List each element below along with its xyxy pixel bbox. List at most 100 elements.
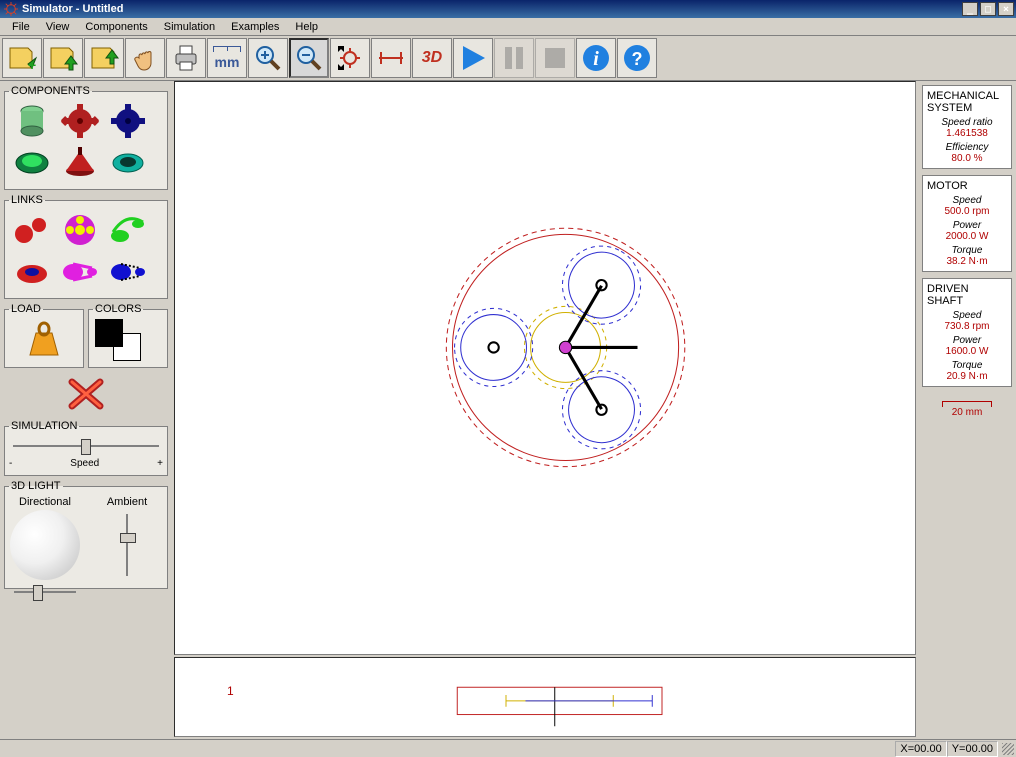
link-gears-red[interactable]	[9, 210, 55, 250]
load-title: LOAD	[9, 303, 43, 315]
load-box: LOAD	[4, 303, 84, 368]
app-icon	[4, 2, 18, 16]
statusbar: X=00.00 Y=00.00	[0, 739, 1016, 757]
ambient-label: Ambient	[107, 496, 147, 508]
svg-text:i: i	[593, 48, 599, 70]
window-title: Simulator - Untitled	[22, 3, 123, 15]
link-belt-green[interactable]	[105, 210, 151, 250]
info-button[interactable]: i	[576, 38, 616, 78]
links-title: LINKS	[9, 194, 45, 206]
zoom-in-button[interactable]	[248, 38, 288, 78]
link-disc-redblue[interactable]	[9, 252, 55, 292]
menu-file[interactable]: File	[4, 20, 38, 34]
zoom-out-button[interactable]	[289, 38, 329, 78]
menu-examples[interactable]: Examples	[223, 20, 287, 34]
speed-label: Speed	[70, 458, 99, 469]
save-button[interactable]	[84, 38, 124, 78]
svg-text:+: +	[28, 57, 36, 73]
light-box: 3D LIGHT Directional Ambient	[4, 480, 168, 589]
menu-simulation[interactable]: Simulation	[156, 20, 223, 34]
menu-help[interactable]: Help	[287, 20, 326, 34]
efficiency-value: 80.0 %	[927, 153, 1007, 164]
timeline[interactable]: 1	[174, 657, 916, 737]
canvas[interactable]	[174, 81, 916, 655]
foreground-color-swatch[interactable]	[95, 319, 123, 347]
efficiency-label: Efficiency	[927, 142, 1007, 153]
units-button[interactable]: mm	[207, 38, 247, 78]
components-palette: COMPONENTS	[4, 85, 168, 190]
driven-shaft-box: DRIVEN SHAFT Speed 730.8 rpm Power 1600.…	[922, 278, 1012, 387]
component-cylinder[interactable]	[9, 101, 55, 141]
close-button[interactable]: ×	[998, 2, 1014, 16]
driven-power-label: Power	[927, 335, 1007, 346]
motor-torque-value: 38.2 N·m	[927, 256, 1007, 267]
motor-speed-value: 500.0 rpm	[927, 206, 1007, 217]
speed-minus: -	[9, 458, 12, 469]
stop-button[interactable]	[535, 38, 575, 78]
component-gear-red[interactable]	[57, 101, 103, 141]
links-palette: LINKS	[4, 194, 168, 299]
status-y: Y=00.00	[947, 741, 998, 757]
mech-title: MECHANICAL SYSTEM	[927, 90, 1007, 114]
mechanical-system-box: MECHANICAL SYSTEM Speed ratio 1.461538 E…	[922, 85, 1012, 169]
link-planetary[interactable]	[57, 210, 103, 250]
colors-title: COLORS	[93, 303, 143, 315]
motor-power-value: 2000.0 W	[927, 231, 1007, 242]
driven-torque-value: 20.9 N·m	[927, 371, 1007, 382]
dimension-button[interactable]	[371, 38, 411, 78]
3d-button[interactable]: 3D	[412, 38, 452, 78]
menu-components[interactable]: Components	[77, 20, 155, 34]
print-button[interactable]	[166, 38, 206, 78]
light-title: 3D LIGHT	[9, 480, 63, 492]
maximize-button[interactable]: □	[980, 2, 996, 16]
right-panel: MECHANICAL SYSTEM Speed ratio 1.461538 E…	[918, 81, 1016, 739]
scale-label: 20 mm	[952, 407, 983, 418]
color-swatch[interactable]	[93, 319, 143, 361]
motor-box: MOTOR Speed 500.0 rpm Power 2000.0 W Tor…	[922, 175, 1012, 272]
status-x: X=00.00	[895, 741, 946, 757]
menu-view[interactable]: View	[38, 20, 78, 34]
fit-view-button[interactable]	[330, 38, 370, 78]
titlebar: Simulator - Untitled _ □ ×	[0, 0, 1016, 18]
directional-sphere[interactable]	[10, 510, 80, 580]
driven-power-value: 1600.0 W	[927, 346, 1007, 357]
motor-title: MOTOR	[927, 180, 1007, 192]
link-belt-magenta[interactable]	[57, 252, 103, 292]
component-ring-teal[interactable]	[105, 143, 151, 183]
help-button[interactable]: ?	[617, 38, 657, 78]
colors-box: COLORS	[88, 303, 168, 368]
link-chain[interactable]	[105, 252, 151, 292]
svg-text:?: ?	[632, 49, 643, 69]
new-button[interactable]: +	[2, 38, 42, 78]
driven-torque-label: Torque	[927, 360, 1007, 371]
simulation-box: SIMULATION - Speed +	[4, 420, 168, 476]
load-weight[interactable]	[9, 319, 79, 359]
play-button[interactable]	[453, 38, 493, 78]
driven-speed-value: 730.8 rpm	[927, 321, 1007, 332]
resize-grip[interactable]	[1002, 743, 1014, 755]
component-ring-green[interactable]	[9, 143, 55, 183]
minimize-button[interactable]: _	[962, 2, 978, 16]
speed-plus: +	[157, 458, 163, 469]
motor-power-label: Power	[927, 220, 1007, 231]
scale-bar: 20 mm	[922, 401, 1012, 418]
motor-torque-label: Torque	[927, 245, 1007, 256]
component-gear-blue[interactable]	[105, 101, 151, 141]
pan-button[interactable]	[125, 38, 165, 78]
left-panel: COMPONENTS LINKS LOAD	[0, 81, 172, 739]
toolbar: + mm 3D i ?	[0, 36, 1016, 81]
components-title: COMPONENTS	[9, 85, 92, 97]
speedratio-label: Speed ratio	[927, 117, 1007, 128]
driven-speed-label: Speed	[927, 310, 1007, 321]
motor-speed-label: Speed	[927, 195, 1007, 206]
directional-label: Directional	[19, 496, 71, 508]
menubar: File View Components Simulation Examples…	[0, 18, 1016, 36]
delete-button[interactable]	[4, 372, 168, 416]
pause-button[interactable]	[494, 38, 534, 78]
speedratio-value: 1.461538	[927, 128, 1007, 139]
speed-slider[interactable]	[9, 436, 163, 456]
component-cone-red[interactable]	[57, 143, 103, 183]
ambient-slider[interactable]	[117, 510, 137, 580]
driven-title: DRIVEN SHAFT	[927, 283, 1007, 307]
open-button[interactable]	[43, 38, 83, 78]
